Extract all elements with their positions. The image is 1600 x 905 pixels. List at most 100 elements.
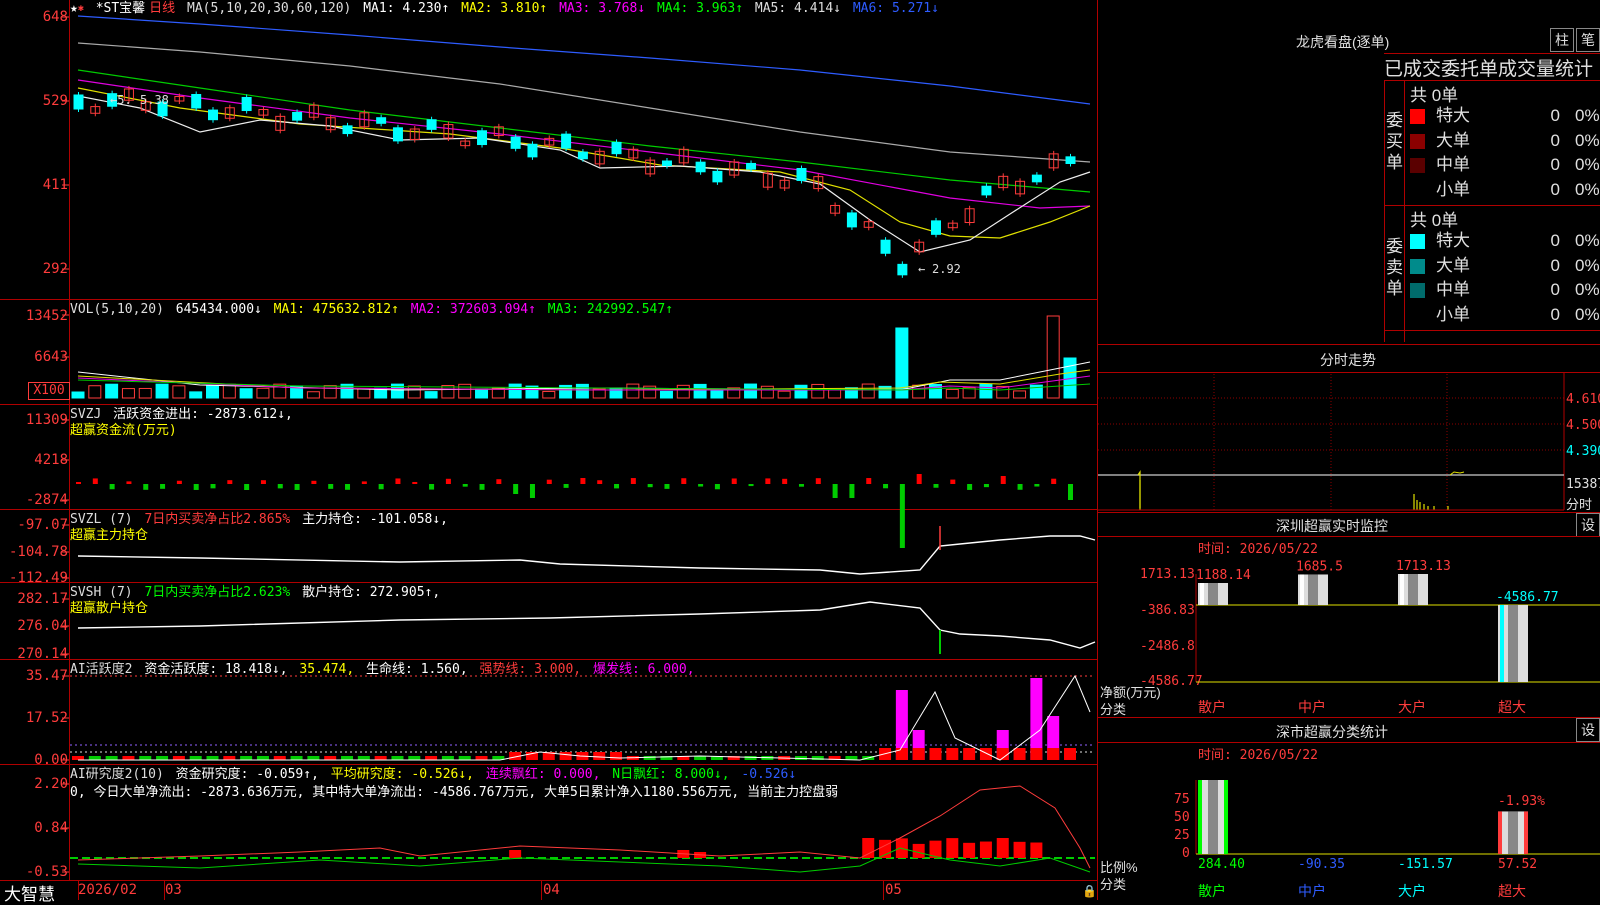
- vol-params[interactable]: VOL(5,10,20): [70, 302, 164, 317]
- fund-flow-bar[interactable]: [513, 484, 519, 494]
- fund-flow-bar[interactable]: [714, 484, 720, 490]
- candlesticks[interactable]: [73, 85, 1076, 278]
- activity-bar[interactable]: [374, 756, 387, 760]
- research-bars[interactable]: [509, 838, 1043, 858]
- activity-bar[interactable]: [559, 752, 572, 760]
- fund-flow-bar[interactable]: [832, 484, 838, 498]
- fund-flow-bar[interactable]: [899, 484, 905, 548]
- volume-bar[interactable]: [945, 388, 959, 399]
- fund-flow-bar[interactable]: [294, 484, 300, 490]
- fund-flow-bars[interactable]: [76, 474, 1073, 548]
- fund-flow-bar[interactable]: [597, 480, 603, 484]
- svsh-name[interactable]: SVSH (7): [70, 585, 133, 600]
- fund-flow-bar[interactable]: [883, 484, 889, 489]
- activity-bar[interactable]: [290, 756, 303, 760]
- volume-bar[interactable]: [794, 384, 808, 399]
- fund-flow-bar[interactable]: [681, 478, 687, 484]
- fund-flow-bar[interactable]: [378, 484, 384, 490]
- volume-bar[interactable]: [777, 390, 791, 399]
- activity-bar[interactable]: [72, 756, 84, 760]
- fund-flow-bar[interactable]: [614, 484, 620, 489]
- research-bar[interactable]: [1030, 842, 1043, 858]
- fund-flow-bar[interactable]: [782, 478, 788, 484]
- fund-flow-bar[interactable]: [765, 478, 771, 484]
- volume-bar[interactable]: [659, 390, 673, 399]
- fund-flow-bar[interactable]: [277, 484, 283, 489]
- activity-bar[interactable]: [156, 756, 169, 760]
- activity-bar[interactable]: [929, 748, 942, 760]
- activity-bar[interactable]: [256, 756, 269, 760]
- volume-bar[interactable]: [424, 391, 438, 399]
- sz-class-chart[interactable]: [1098, 0, 1600, 900]
- volume-bar[interactable]: [306, 391, 320, 399]
- research-bar[interactable]: [1013, 841, 1026, 858]
- volume-bar[interactable]: [105, 383, 119, 399]
- fund-flow-bar[interactable]: [933, 484, 939, 488]
- fund-flow-bar[interactable]: [1068, 484, 1073, 500]
- activity-bar[interactable]: [744, 756, 757, 760]
- fund-flow-bar[interactable]: [580, 478, 586, 484]
- activity-bar[interactable]: [223, 756, 236, 760]
- activity-bars[interactable]: [72, 678, 1076, 760]
- fund-flow-bar[interactable]: [866, 478, 872, 484]
- activity-bar[interactable]: [979, 748, 992, 760]
- volume-bar[interactable]: [172, 385, 186, 399]
- activity-bar[interactable]: [357, 756, 370, 760]
- volume-bar[interactable]: [508, 383, 522, 399]
- activity-bar[interactable]: [122, 756, 135, 760]
- activity-bar[interactable]: [273, 756, 286, 760]
- activity-bar[interactable]: [206, 756, 219, 760]
- activity-bar[interactable]: [441, 756, 454, 760]
- volume-bar[interactable]: [979, 383, 993, 399]
- fund-flow-bar[interactable]: [160, 484, 166, 489]
- fund-flow-bar[interactable]: [916, 474, 922, 484]
- fund-flow-bar[interactable]: [210, 484, 216, 489]
- volume-bar[interactable]: [1013, 390, 1027, 399]
- fund-flow-bar[interactable]: [361, 481, 367, 484]
- volume-bar[interactable]: [458, 383, 472, 399]
- volume-bar[interactable]: [121, 388, 135, 399]
- activity-bar[interactable]: [172, 756, 185, 760]
- volume-bar[interactable]: [189, 391, 203, 399]
- fund-flow-bar[interactable]: [227, 480, 233, 484]
- fund-flow-bar[interactable]: [445, 478, 451, 484]
- fund-flow-bar[interactable]: [395, 478, 401, 484]
- volume-bar[interactable]: [155, 383, 169, 399]
- fund-flow-bar[interactable]: [1000, 476, 1006, 484]
- fund-flow-bar[interactable]: [328, 484, 334, 489]
- fund-flow-bar[interactable]: [698, 484, 704, 487]
- research-bar[interactable]: [862, 838, 875, 858]
- svzj-name[interactable]: SVZJ: [70, 407, 101, 422]
- fund-flow-bar[interactable]: [798, 484, 804, 487]
- fund-flow-bar[interactable]: [815, 478, 821, 484]
- activity-bar[interactable]: [189, 756, 202, 760]
- volume-bar[interactable]: [138, 387, 152, 399]
- volume-bar[interactable]: [475, 388, 489, 399]
- sz-class-bar[interactable]: [1198, 780, 1228, 854]
- activity-bar[interactable]: [408, 756, 421, 760]
- fund-flow-bar[interactable]: [193, 484, 199, 490]
- volume-bar[interactable]: [239, 388, 253, 399]
- activity-bar[interactable]: [307, 756, 320, 760]
- volume-bar[interactable]: [206, 385, 220, 399]
- fund-flow-bar[interactable]: [731, 478, 737, 484]
- volume-bar[interactable]: [828, 388, 842, 399]
- fund-flow-bar[interactable]: [109, 484, 115, 490]
- activity-bar[interactable]: [88, 756, 101, 760]
- fund-flow-bar[interactable]: [748, 484, 754, 487]
- volume-bar[interactable]: [811, 383, 825, 399]
- volume-bar[interactable]: [760, 385, 774, 399]
- fund-flow-bar[interactable]: [126, 481, 132, 484]
- fund-flow-bar[interactable]: [412, 481, 418, 484]
- fund-flow-bar[interactable]: [345, 484, 351, 490]
- activity-bar[interactable]: [1030, 748, 1043, 760]
- activity-bar[interactable]: [341, 756, 354, 760]
- volume-bar[interactable]: [676, 384, 690, 399]
- volume-bar[interactable]: [744, 383, 758, 399]
- volume-bar[interactable]: [88, 385, 102, 399]
- volume-bar[interactable]: [575, 383, 589, 399]
- activity-bar[interactable]: [240, 756, 253, 760]
- activity-bar[interactable]: [139, 756, 152, 760]
- fund-flow-bar[interactable]: [479, 484, 485, 490]
- activity-bar[interactable]: [458, 756, 471, 760]
